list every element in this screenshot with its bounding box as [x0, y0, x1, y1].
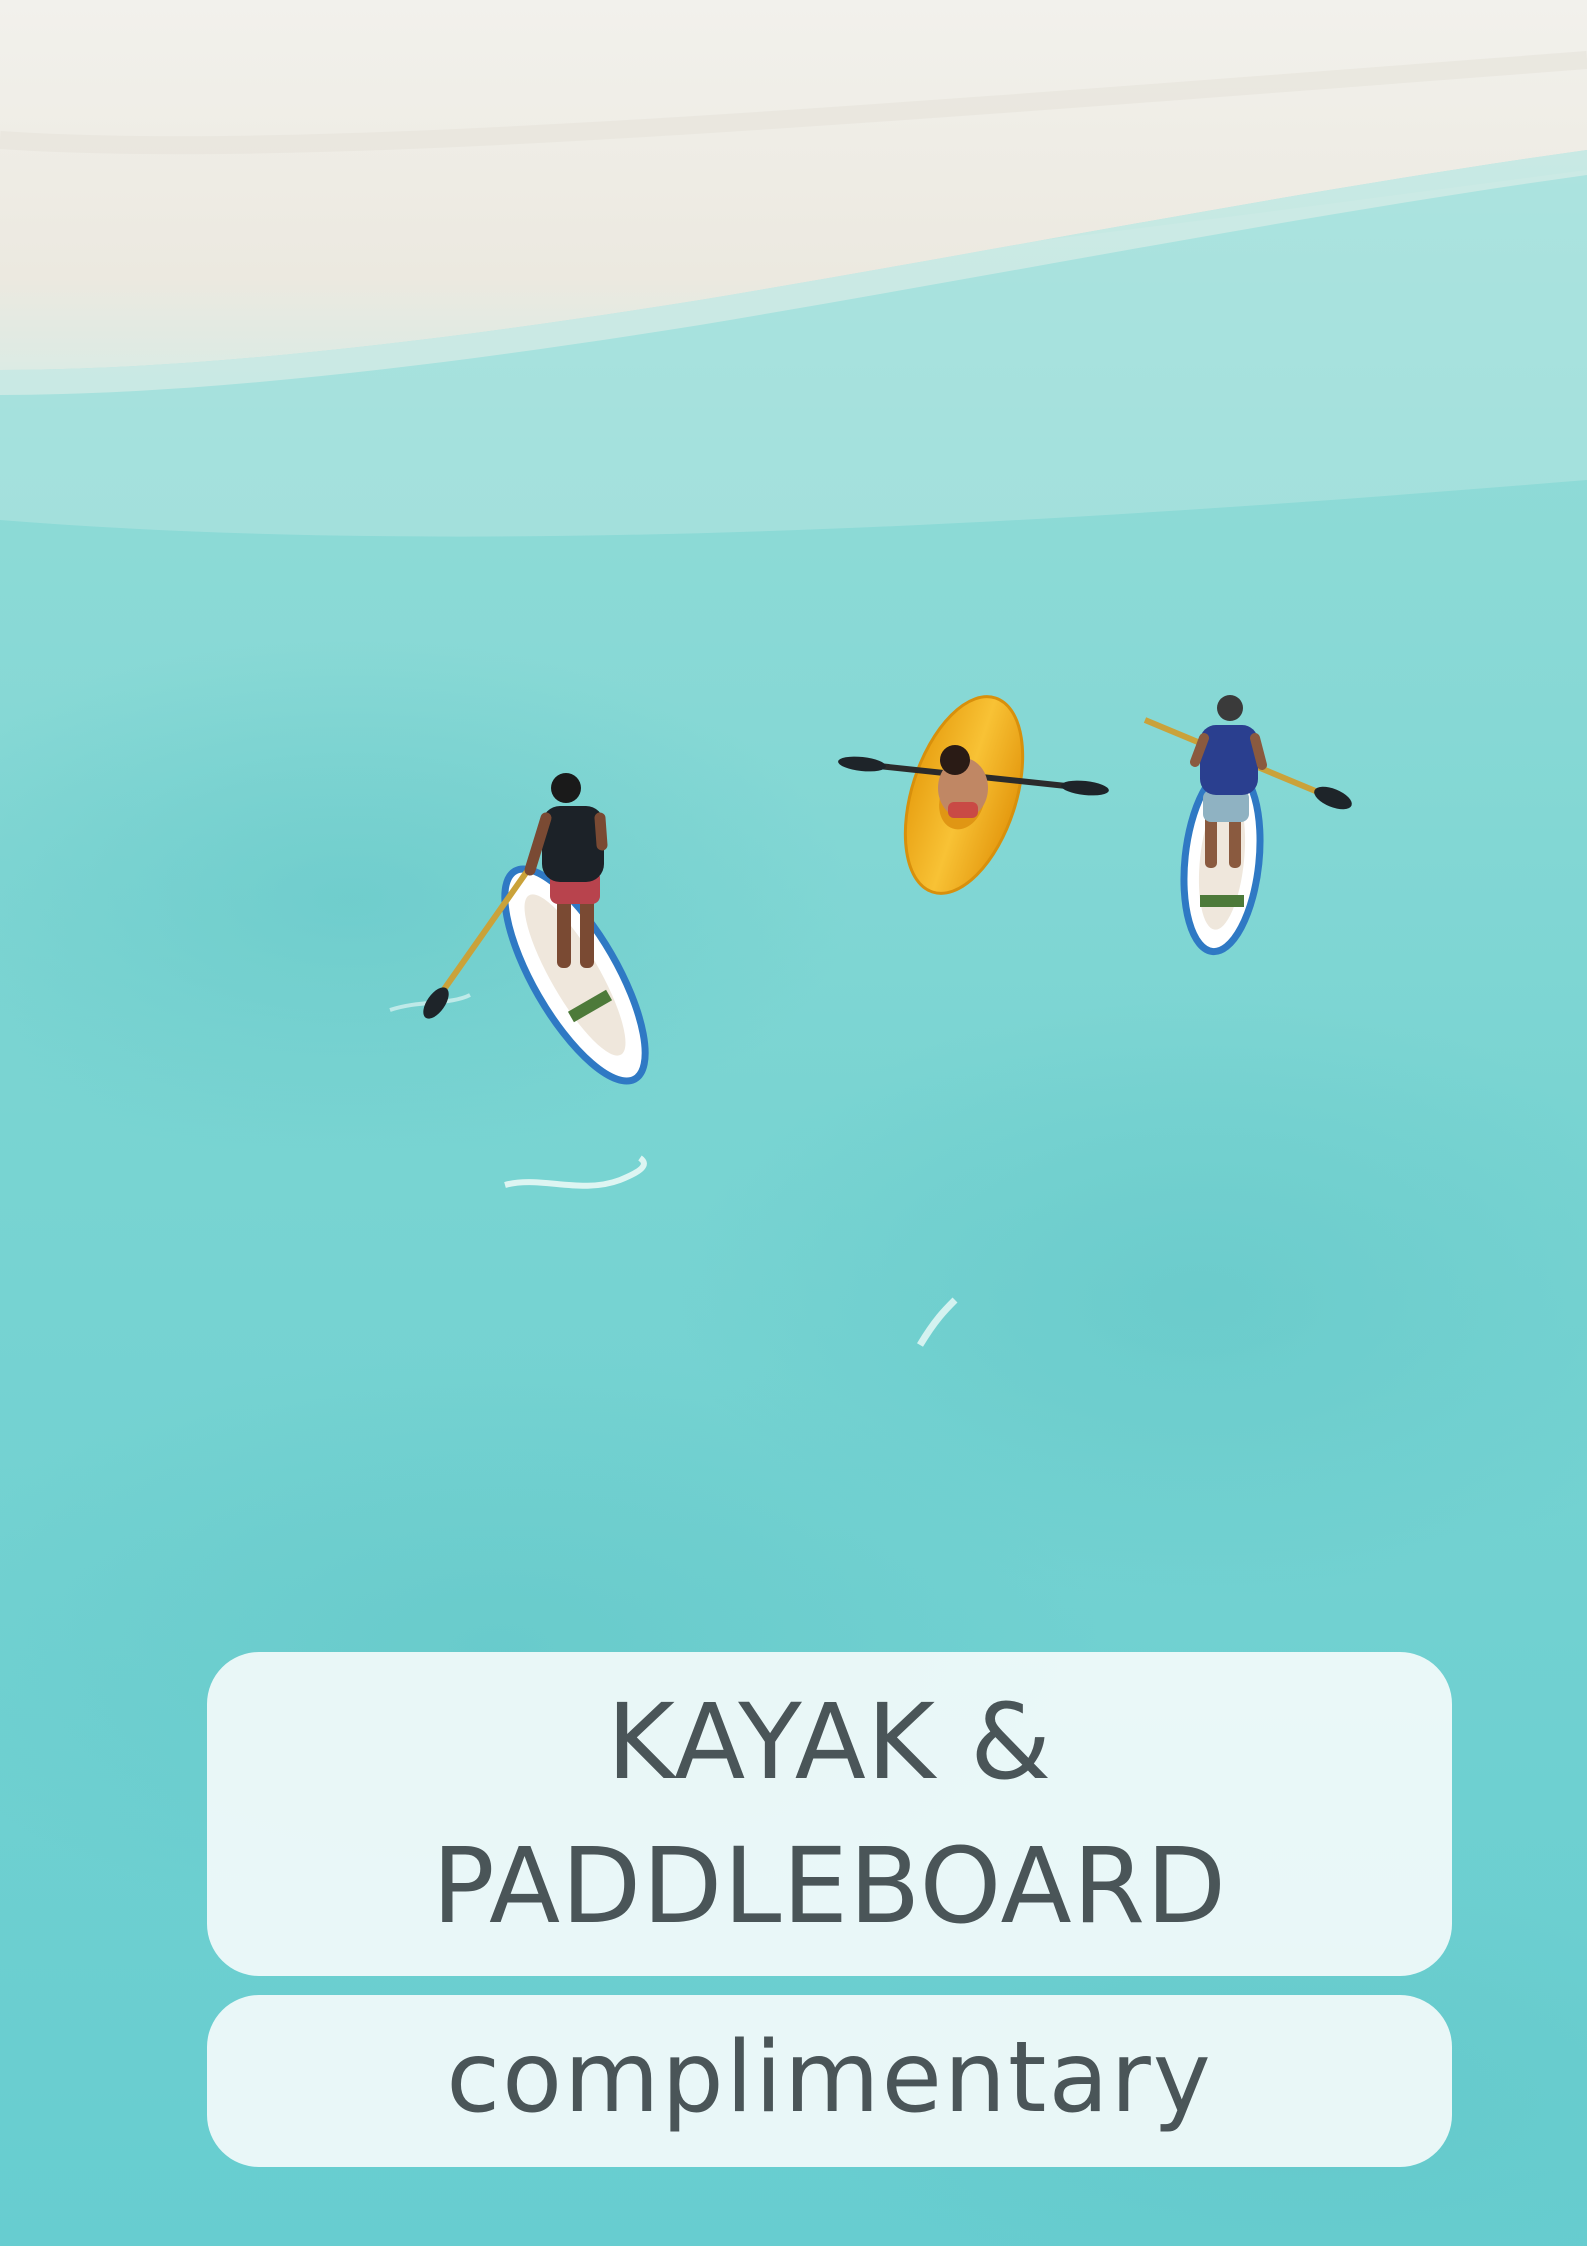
title-panel: KAYAK & PADDLEBOARD — [207, 1652, 1452, 1976]
subtitle-panel: complimentary — [207, 1995, 1452, 2167]
subtitle-text: complimentary — [446, 2021, 1213, 2135]
title-line-1: KAYAK & — [606, 1681, 1053, 1803]
poster-page: KAYAK & PADDLEBOARD complimentary — [0, 0, 1587, 2246]
title-line-2: PADDLEBOARD — [431, 1825, 1228, 1947]
